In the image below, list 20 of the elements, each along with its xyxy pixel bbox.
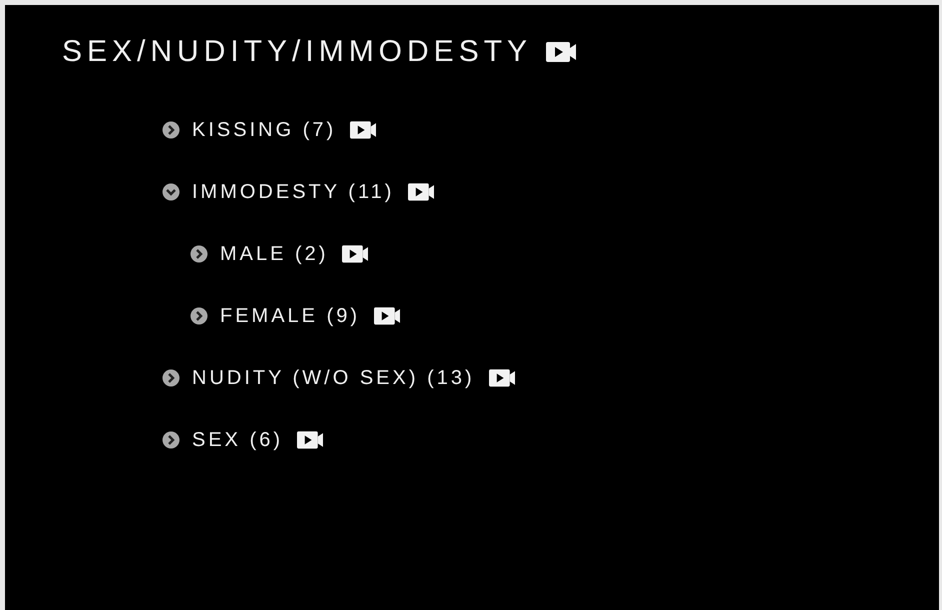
video-camera-icon[interactable] [408,183,434,201]
category-label[interactable]: NUDITY (W/O SEX) (13) [192,366,475,390]
video-camera-icon[interactable] [297,431,324,449]
chevron-down-icon[interactable] [162,183,180,201]
chevron-right-icon[interactable] [162,369,180,387]
category-label[interactable]: IMMODESTY (11) [192,180,394,204]
category-label[interactable]: SEX (6) [192,428,284,452]
video-camera-icon[interactable] [546,42,576,62]
video-camera-icon[interactable] [488,369,515,387]
section-title: SEX/NUDITY/IMMODESTY [62,35,532,69]
chevron-right-icon[interactable] [162,431,180,449]
video-camera-icon[interactable] [374,307,400,325]
category-label[interactable]: KISSING (7) [192,118,336,142]
video-camera-icon[interactable] [342,245,368,263]
video-camera-icon[interactable] [350,121,376,139]
category-label[interactable]: FEMALE (9) [220,304,360,328]
chevron-right-icon[interactable] [190,307,208,325]
category-label[interactable]: MALE (2) [220,242,328,266]
chevron-right-icon[interactable] [162,121,180,139]
chevron-right-icon[interactable] [190,245,208,263]
